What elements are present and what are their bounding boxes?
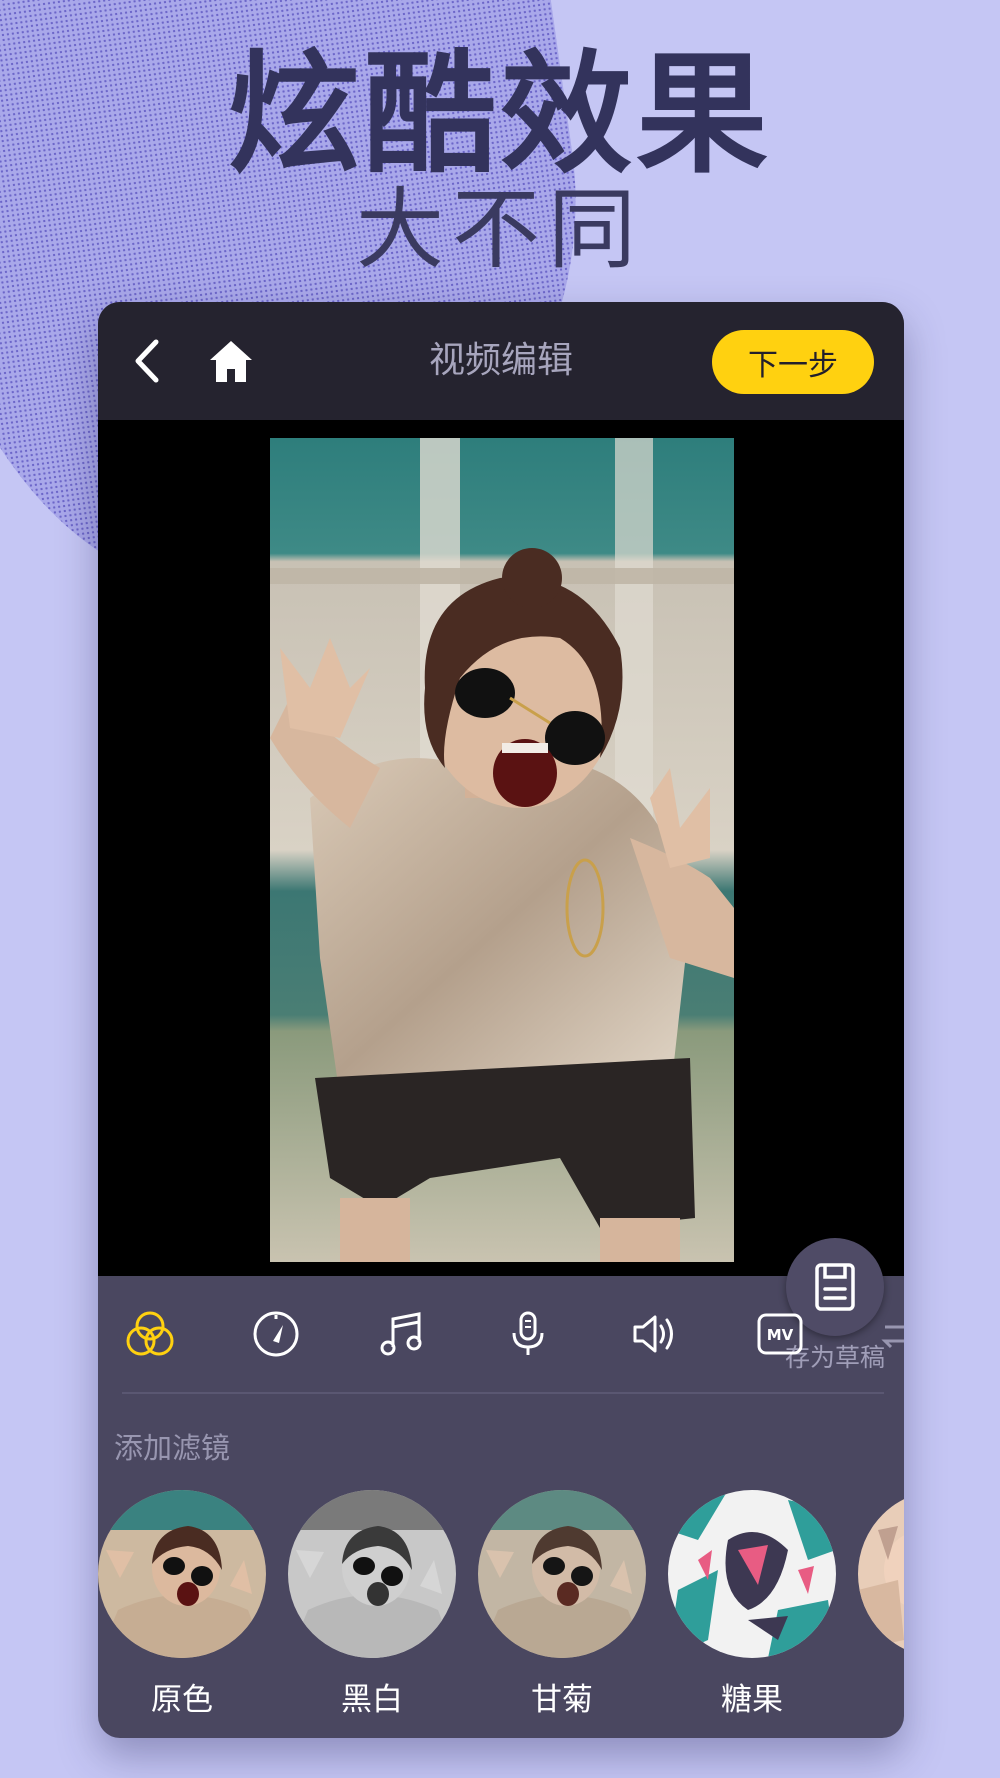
headline-subtitle: 大不同 bbox=[355, 178, 644, 281]
filter-item-original[interactable]: 原色 bbox=[98, 1490, 268, 1730]
tool-music[interactable] bbox=[374, 1306, 430, 1362]
divider bbox=[122, 1392, 884, 1394]
headline-title: 炫酷效果 bbox=[228, 38, 772, 192]
tool-filter[interactable] bbox=[122, 1306, 178, 1362]
mv-icon-text: MV bbox=[767, 1326, 794, 1344]
tool-bar: MV bbox=[98, 1278, 904, 1388]
speed-gauge-icon bbox=[253, 1311, 299, 1357]
filter-item-bw[interactable]: 黑白 bbox=[288, 1490, 458, 1730]
microphone-icon bbox=[512, 1311, 544, 1355]
transition-icon bbox=[881, 1322, 904, 1349]
volume-icon bbox=[633, 1315, 673, 1353]
filter-label: 原色 bbox=[151, 1682, 213, 1718]
filter-thumbnail bbox=[288, 1490, 456, 1658]
filter-label: 甘菊 bbox=[531, 1682, 593, 1718]
phone-screen: 视频编辑 下一步 存为草稿 MV 添加滤镜 原色 黑白 甘菊 糖果 bbox=[98, 302, 904, 1738]
filter-item-chamomile[interactable]: 甘菊 bbox=[478, 1490, 648, 1730]
video-preview[interactable]: 存为草稿 bbox=[98, 420, 904, 1372]
filter-item-candy[interactable]: 糖果 bbox=[668, 1490, 838, 1730]
tool-mv[interactable]: MV bbox=[752, 1306, 808, 1362]
filter-label: 黑白 bbox=[341, 1682, 403, 1718]
mv-icon: MV bbox=[757, 1313, 803, 1355]
tool-voiceover[interactable] bbox=[500, 1306, 556, 1362]
filter-thumbnail bbox=[858, 1490, 904, 1658]
filter-thumbnail bbox=[668, 1490, 836, 1658]
tool-speed[interactable] bbox=[248, 1306, 304, 1362]
next-step-button[interactable]: 下一步 bbox=[712, 330, 874, 394]
filter-circles-icon bbox=[126, 1311, 174, 1356]
tool-volume[interactable] bbox=[626, 1306, 682, 1362]
tool-transition[interactable] bbox=[878, 1306, 904, 1362]
filter-label: 糖果 bbox=[721, 1682, 783, 1718]
video-frame bbox=[270, 438, 734, 1262]
video-frame-image bbox=[270, 438, 734, 1262]
section-label-filters: 添加滤镜 bbox=[114, 1431, 231, 1465]
top-bar: 视频编辑 下一步 bbox=[98, 302, 904, 420]
filter-list: 原色 黑白 甘菊 糖果 bbox=[98, 1490, 904, 1738]
filter-thumbnail bbox=[478, 1490, 646, 1658]
music-note-icon bbox=[380, 1312, 422, 1356]
filter-item-partial[interactable] bbox=[858, 1490, 904, 1730]
filter-thumbnail bbox=[98, 1490, 266, 1658]
